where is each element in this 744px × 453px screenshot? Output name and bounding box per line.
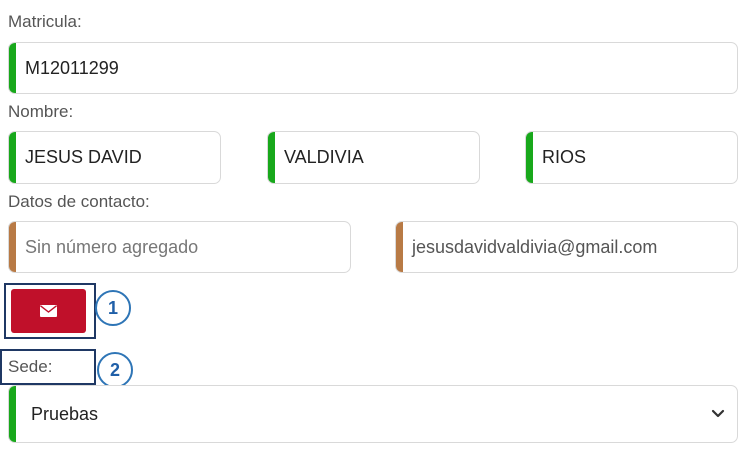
matricula-accent bbox=[9, 43, 16, 93]
phone-field[interactable]: Sin número agregado bbox=[8, 221, 351, 273]
matricula-value: M12011299 bbox=[25, 57, 119, 78]
callout-1: 1 bbox=[95, 290, 131, 326]
email-value: jesusdavidvaldivia@gmail.com bbox=[412, 236, 658, 257]
last-name-2-accent bbox=[526, 132, 533, 183]
phone-placeholder: Sin número agregado bbox=[25, 236, 199, 257]
phone-accent bbox=[9, 222, 16, 272]
sede-select[interactable]: Pruebas bbox=[8, 385, 738, 443]
last-name-2-field[interactable]: RIOS bbox=[525, 131, 738, 184]
sede-label: Sede: bbox=[8, 357, 53, 376]
nombre-label: Nombre: bbox=[8, 102, 74, 121]
chevron-down-icon[interactable] bbox=[711, 406, 725, 422]
matricula-label: Matricula: bbox=[8, 12, 82, 31]
sede-accent bbox=[9, 386, 16, 442]
email-accent bbox=[396, 222, 403, 272]
matricula-field[interactable]: M12011299 bbox=[8, 42, 738, 94]
first-name-field[interactable]: JESUS DAVID bbox=[8, 131, 221, 184]
first-name-value: JESUS DAVID bbox=[25, 147, 142, 167]
sede-selected-value: Pruebas bbox=[31, 403, 99, 424]
first-name-accent bbox=[9, 132, 16, 183]
last-name-1-accent bbox=[268, 132, 275, 183]
contacto-label: Datos de contacto: bbox=[8, 192, 150, 211]
last-name-1-value: VALDIVIA bbox=[284, 147, 364, 167]
last-name-2-value: RIOS bbox=[542, 147, 587, 167]
envelope-icon bbox=[40, 305, 57, 317]
last-name-1-field[interactable]: VALDIVIA bbox=[267, 131, 480, 184]
send-email-button[interactable] bbox=[11, 289, 86, 333]
callout-2: 2 bbox=[97, 352, 133, 388]
email-field[interactable]: jesusdavidvaldivia@gmail.com bbox=[395, 221, 738, 273]
